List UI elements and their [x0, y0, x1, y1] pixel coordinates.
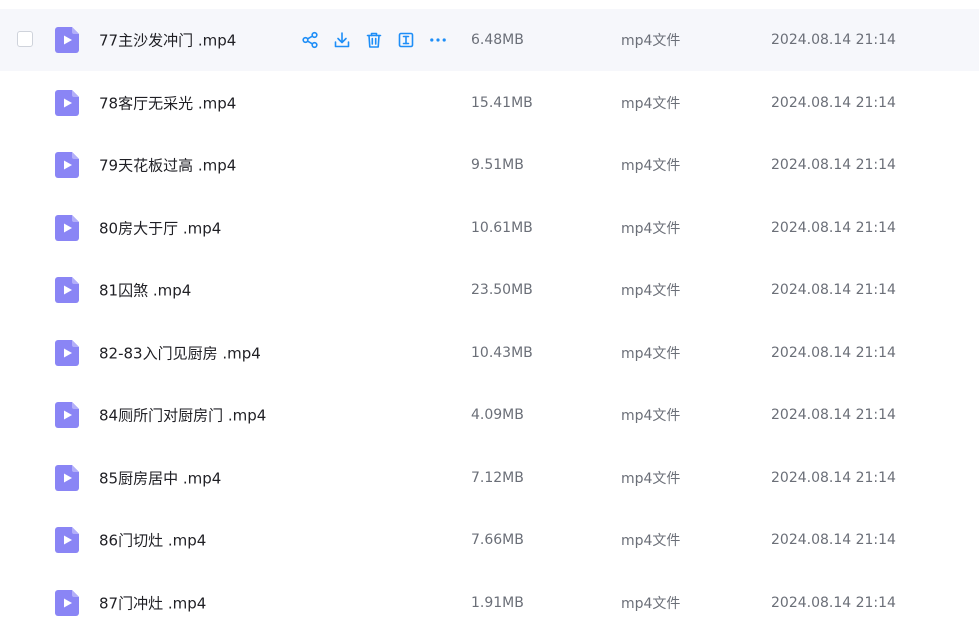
- share-icon: [301, 31, 319, 49]
- file-type: mp4文件: [621, 95, 681, 112]
- file-size: 7.66MB: [471, 532, 524, 548]
- file-list: 77主沙发冲门 .mp4 6.48MB mp4文件 2024.08.14 21:14 7…: [0, 0, 979, 619]
- download-icon: [333, 31, 351, 49]
- row-checkbox[interactable]: [17, 31, 33, 47]
- file-row[interactable]: 85厨房居中 .mp4 7.12MB mp4文件 2024.08.14 21:14: [0, 447, 979, 509]
- delete-button[interactable]: [364, 30, 384, 50]
- file-modified-date: 2024.08.14 21:14: [771, 469, 896, 486]
- video-file-icon: [55, 277, 79, 303]
- file-type: mp4文件: [621, 595, 681, 612]
- file-name[interactable]: 79天花板过高 .mp4: [99, 155, 236, 176]
- file-name[interactable]: 87门冲灶 .mp4: [99, 592, 206, 613]
- video-file-icon: [55, 214, 79, 241]
- file-type: mp4文件: [621, 533, 681, 549]
- file-type: mp4文件: [621, 33, 681, 49]
- file-modified-date: 2024.08.14 21:14: [771, 407, 896, 423]
- file-row[interactable]: 78客厅无采光 .mp4 15.41MB mp4文件 2024.08.14 21:14: [0, 72, 979, 134]
- file-size: 6.48MB: [471, 32, 524, 48]
- video-file-icon: [55, 589, 79, 616]
- video-file-icon: [55, 152, 79, 178]
- row-actions: [300, 30, 448, 50]
- file-modified-date: 2024.08.14 21:14: [771, 532, 896, 548]
- file-size: 10.61MB: [471, 219, 533, 236]
- file-name[interactable]: 86门切灶 .mp4: [99, 530, 206, 551]
- file-type: mp4文件: [621, 408, 681, 424]
- video-file-icon: [55, 89, 79, 116]
- file-size: 1.91MB: [471, 594, 524, 611]
- file-modified-date: 2024.08.14 21:14: [771, 282, 896, 298]
- file-row[interactable]: 82-83入门见厨房 .mp4 10.43MB mp4文件 2024.08.14 21…: [0, 322, 979, 384]
- file-modified-date: 2024.08.14 21:14: [771, 94, 896, 111]
- file-name[interactable]: 84厕所门对厨房门 .mp4: [99, 405, 266, 426]
- more-icon: [429, 31, 447, 49]
- file-type: mp4文件: [621, 470, 681, 487]
- file-modified-date: 2024.08.14 21:14: [771, 219, 896, 236]
- file-name[interactable]: 78客厅无采光 .mp4: [99, 92, 236, 113]
- file-modified-date: 2024.08.14 21:14: [771, 157, 896, 173]
- file-size: 23.50MB: [471, 282, 533, 298]
- file-size: 10.43MB: [471, 344, 533, 361]
- video-file-icon: [55, 527, 79, 553]
- file-type: mp4文件: [621, 158, 681, 174]
- file-row[interactable]: 84厕所门对厨房门 .mp4 4.09MB mp4文件 2024.08.14 21:1…: [0, 384, 979, 446]
- file-name[interactable]: 82-83入门见厨房 .mp4: [99, 342, 261, 363]
- file-row[interactable]: 80房大于厅 .mp4 10.61MB mp4文件 2024.08.14 21:14: [0, 197, 979, 259]
- file-row[interactable]: 79天花板过高 .mp4 9.51MB mp4文件 2024.08.14 21:14: [0, 134, 979, 196]
- file-row[interactable]: 77主沙发冲门 .mp4 6.48MB mp4文件 2024.08.14 21:14: [0, 9, 979, 71]
- file-type: mp4文件: [621, 283, 681, 299]
- file-name[interactable]: 77主沙发冲门 .mp4: [99, 30, 236, 51]
- file-row[interactable]: 81囚煞 .mp4 23.50MB mp4文件 2024.08.14 21:14: [0, 259, 979, 321]
- rename-icon: [397, 31, 415, 49]
- file-type: mp4文件: [621, 345, 681, 362]
- file-name[interactable]: 80房大于厅 .mp4: [99, 217, 221, 238]
- file-row[interactable]: 87门冲灶 .mp4 1.91MB mp4文件 2024.08.14 21:14: [0, 572, 979, 619]
- file-name[interactable]: 81囚煞 .mp4: [99, 280, 191, 301]
- file-type: mp4文件: [621, 220, 681, 237]
- delete-icon: [365, 31, 383, 49]
- video-file-icon: [55, 27, 79, 53]
- file-row[interactable]: 86门切灶 .mp4 7.66MB mp4文件 2024.08.14 21:14: [0, 509, 979, 571]
- file-modified-date: 2024.08.14 21:14: [771, 344, 896, 361]
- more-button[interactable]: [428, 30, 448, 50]
- file-size: 7.12MB: [471, 469, 524, 486]
- download-button[interactable]: [332, 30, 352, 50]
- file-modified-date: 2024.08.14 21:14: [771, 32, 896, 48]
- file-size: 15.41MB: [471, 94, 533, 111]
- rename-button[interactable]: [396, 30, 416, 50]
- video-file-icon: [55, 464, 79, 491]
- share-button[interactable]: [300, 30, 320, 50]
- video-file-icon: [55, 339, 79, 366]
- file-size: 9.51MB: [471, 157, 524, 173]
- video-file-icon: [55, 402, 79, 428]
- file-size: 4.09MB: [471, 407, 524, 423]
- file-modified-date: 2024.08.14 21:14: [771, 594, 896, 611]
- file-name[interactable]: 85厨房居中 .mp4: [99, 467, 221, 488]
